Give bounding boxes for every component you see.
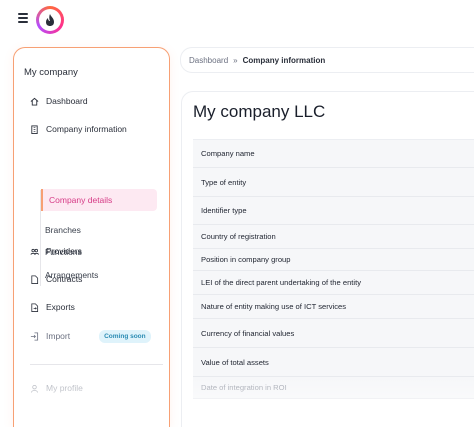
sidebar-fade-overlay [14,367,169,427]
sidebar-item-label: Import [46,331,71,341]
flame-logo-icon[interactable] [36,6,64,34]
sidebar: My company Dashboard Company information… [13,47,170,427]
sidebar-subitem-company-details[interactable]: Company details [41,189,157,211]
sidebar-item-label: Contracts [46,274,83,284]
sidebar-item-label: Providers [46,246,82,256]
field-row: Nature of entity making use of ICT servi… [193,295,474,319]
sidebar-item-contracts[interactable]: Contracts [30,271,82,287]
import-icon [30,331,39,341]
sidebar-item-company-information[interactable]: Company information [30,121,127,137]
sidebar-subitem-label: Branches [45,225,81,235]
hamburger-icon[interactable] [18,13,28,23]
field-row: Position in company group [193,249,474,271]
sidebar-item-label: Exports [46,302,75,312]
sidebar-item-label: My profile [46,383,83,393]
sidebar-item-label: Dashboard [46,96,88,106]
company-fields-list: Company name Type of entity Identifier t… [193,139,474,399]
field-row: Currency of financial values [193,319,474,348]
sidebar-item-providers[interactable]: Providers [30,243,82,259]
field-row: Identifier type [193,197,474,225]
field-row: Date of integration in ROI [193,377,474,399]
field-row: Company name [193,140,474,168]
sidebar-item-label: Company information [46,124,127,134]
document-icon [31,274,39,284]
company-details-card: My company LLC Company name Type of enti… [181,91,474,427]
sidebar-subitem-branches[interactable]: Branches [45,225,81,235]
breadcrumb-current: Company information [242,55,326,65]
users-icon [30,248,39,255]
field-row: Type of entity [193,168,474,197]
top-bar [0,0,474,38]
breadcrumb-dashboard[interactable]: Dashboard [189,56,228,65]
sidebar-item-import[interactable]: Import Coming soon [30,328,151,344]
field-row: Country of registration [193,225,474,249]
home-icon [30,97,39,106]
sidebar-item-dashboard[interactable]: Dashboard [30,93,88,109]
building-icon [31,124,38,134]
sidebar-divider [30,364,163,365]
sidebar-item-my-profile[interactable]: My profile [30,380,83,396]
export-icon [31,302,39,312]
field-row: LEI of the direct parent undertaking of … [193,271,474,295]
breadcrumb: Dashboard » Company information [180,47,474,73]
sidebar-item-exports[interactable]: Exports [30,299,75,315]
breadcrumb-separator: » [233,55,238,65]
user-icon [30,384,39,393]
coming-soon-badge: Coming soon [99,329,151,343]
sidebar-subitem-label: Company details [49,195,113,205]
field-row: Value of total assets [193,348,474,377]
page-title: My company LLC [193,102,326,121]
sidebar-title: My company [24,67,78,78]
